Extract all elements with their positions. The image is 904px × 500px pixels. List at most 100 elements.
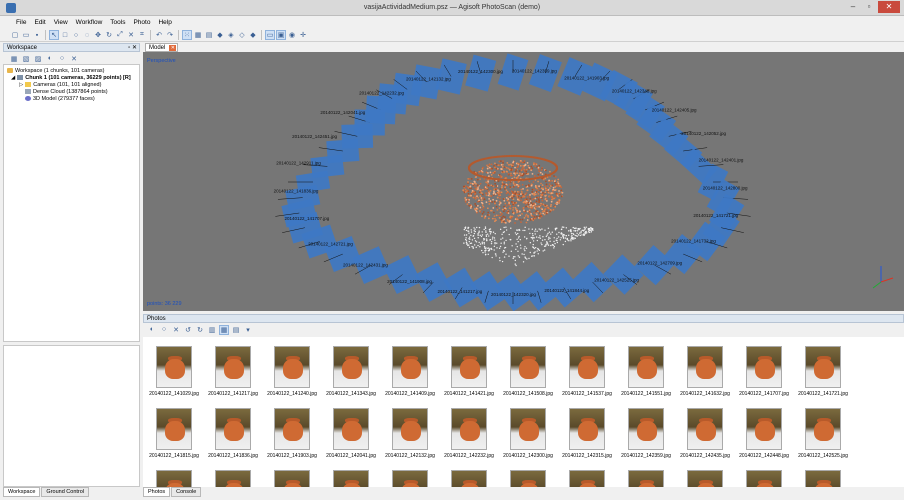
photo-thumbnail[interactable] [617, 465, 675, 487]
photo-thumbnail[interactable]: 20140122_141707.jpg [735, 341, 793, 399]
tab-console[interactable]: Console [171, 487, 202, 497]
dense-cloud-icon[interactable]: ▦ [193, 30, 203, 40]
photo-thumbnail[interactable]: 20140122_141421.jpg [440, 341, 498, 399]
photo-thumbnail[interactable] [381, 465, 439, 487]
tree-node-model[interactable]: 3D Model (279377 faces) [7, 95, 136, 102]
photo-thumbnail[interactable]: 20140122_141836.jpg [204, 403, 262, 461]
photo-thumbnail[interactable]: 20140122_142435.jpg [676, 403, 734, 461]
scene-canvas[interactable]: 20140122_141721.jpg 20140122_141732.jpg 20… [143, 52, 904, 311]
photo-thumbnail[interactable]: 20140122_141632.jpg [676, 341, 734, 399]
circle-select-icon[interactable]: ○ [71, 30, 81, 40]
maximize-button[interactable]: ▫ [862, 1, 876, 13]
show-region-icon[interactable]: ▣ [276, 30, 286, 40]
tree-node-chunk[interactable]: ◢ Chunk 1 (101 cameras, 36229 points) [R] [7, 74, 136, 81]
reset-view-icon[interactable]: ✛ [298, 30, 308, 40]
free-select-icon[interactable]: ◌ [82, 30, 92, 40]
photo-thumbnail[interactable] [735, 465, 793, 487]
photo-thumbnail[interactable]: 20140122_141343.jpg [322, 341, 380, 399]
minimize-button[interactable]: – [846, 1, 860, 13]
wireframe-icon[interactable]: ◇ [237, 30, 247, 40]
menu-photo[interactable]: Photo [129, 17, 154, 28]
tree-node-workspace[interactable]: Workspace (1 chunks, 101 cameras) [7, 67, 136, 74]
tree-node-dense-cloud[interactable]: Dense Cloud (1387864 points) [7, 88, 136, 95]
undo-icon[interactable]: ↶ [154, 30, 164, 40]
photo-thumbnail[interactable]: 20140122_141721.jpg [794, 341, 852, 399]
photo-thumbnail[interactable]: 20140122_142448.jpg [735, 403, 793, 461]
photo-thumbnail[interactable]: 20140122_142232.jpg [440, 403, 498, 461]
add-chunk-icon[interactable]: ▦ [9, 54, 19, 64]
model-viewport[interactable]: 20140122_141721.jpg 20140122_141732.jpg 20… [143, 52, 904, 311]
tab-workspace[interactable]: Workspace [3, 487, 41, 497]
menu-view[interactable]: View [50, 17, 72, 28]
rotate-left-icon[interactable]: ↺ [183, 325, 193, 335]
add-folder-icon[interactable]: ▨ [33, 54, 43, 64]
show-trackball-icon[interactable]: ◉ [287, 30, 297, 40]
dropdown-arrow-icon[interactable]: ▾ [243, 325, 253, 335]
photo-thumbnail[interactable]: 20140122_141815.jpg [145, 403, 203, 461]
photo-thumbnail[interactable] [440, 465, 498, 487]
delete-icon[interactable]: ✕ [126, 30, 136, 40]
photo-thumbnail[interactable]: 20140122_142315.jpg [558, 403, 616, 461]
close-tab-icon[interactable]: ✕ [169, 45, 177, 51]
add-photos-icon[interactable]: ▧ [21, 54, 31, 64]
photo-thumbnail[interactable] [794, 465, 852, 487]
menu-help[interactable]: Help [154, 17, 175, 28]
tab-ground-control[interactable]: Ground Control [41, 487, 90, 497]
tree-node-cameras[interactable]: ▷ Cameras (101, 101 aligned) [7, 81, 136, 88]
crop-icon[interactable]: ⌗ [137, 30, 147, 40]
show-cameras-icon[interactable]: ▭ [265, 30, 275, 40]
disable-icon[interactable]: ○ [159, 325, 169, 335]
photo-thumbnail[interactable]: 20140122_141551.jpg [617, 341, 675, 399]
photo-thumbnail[interactable]: 20140122_141409.jpg [381, 341, 439, 399]
photo-thumbnail[interactable] [263, 465, 321, 487]
shaded-icon[interactable]: ◆ [215, 30, 225, 40]
remove-icon[interactable]: ✕ [69, 54, 79, 64]
photo-thumbnail[interactable] [204, 465, 262, 487]
photo-thumbnail[interactable]: 20140122_141903.jpg [263, 403, 321, 461]
enable-icon[interactable]: ◐ [147, 325, 157, 335]
photo-thumbnail[interactable] [499, 465, 557, 487]
photo-thumbnail[interactable]: 20140122_142132.jpg [381, 403, 439, 461]
menu-workflow[interactable]: Workflow [72, 17, 107, 28]
resize-icon[interactable]: ⤢ [115, 30, 125, 40]
new-icon[interactable]: ▢ [10, 30, 20, 40]
photo-thumbnail[interactable]: 20140122_141508.jpg [499, 341, 557, 399]
tab-model[interactable]: Model ✕ [145, 43, 179, 52]
menu-tools[interactable]: Tools [106, 17, 129, 28]
textured-icon[interactable]: ◆ [248, 30, 258, 40]
rotate-icon[interactable]: ↻ [104, 30, 114, 40]
view-options-icon[interactable]: ▤ [231, 325, 241, 335]
photo-thumbnail[interactable]: 20140122_141029.jpg [145, 341, 203, 399]
photo-thumbnail[interactable]: 20140122_141537.jpg [558, 341, 616, 399]
photo-thumbnail[interactable]: 20140122_141240.jpg [263, 341, 321, 399]
enable-icon[interactable]: ◐ [45, 54, 55, 64]
redo-icon[interactable]: ↷ [165, 30, 175, 40]
tab-photos[interactable]: Photos [143, 487, 171, 497]
select-icon[interactable]: ↖ [49, 30, 59, 40]
menu-edit[interactable]: Edit [30, 17, 49, 28]
mesh-icon[interactable]: ▤ [204, 30, 214, 40]
menu-file[interactable]: File [12, 17, 30, 28]
close-button[interactable]: ✕ [878, 1, 900, 13]
reset-filter-icon[interactable]: ▥ [207, 325, 217, 335]
photo-thumbnail[interactable]: 20140122_142359.jpg [617, 403, 675, 461]
photo-thumbnail[interactable] [145, 465, 203, 487]
photo-thumbnail[interactable]: 20140122_141217.jpg [204, 341, 262, 399]
view-mode-icon[interactable]: ▦ [219, 324, 229, 335]
photo-thumbnail[interactable] [676, 465, 734, 487]
panel-float-close-buttons[interactable]: ▫ ✕ [128, 44, 137, 52]
photo-thumbnail[interactable] [558, 465, 616, 487]
disable-icon[interactable]: ○ [57, 54, 67, 64]
remove-icon[interactable]: ✕ [171, 325, 181, 335]
point-cloud-icon[interactable]: ⁙ [182, 30, 192, 40]
expand-arrow-icon[interactable]: ▷ [19, 82, 23, 88]
move-icon[interactable]: ✥ [93, 30, 103, 40]
rect-select-icon[interactable]: □ [60, 30, 70, 40]
photo-thumbnail[interactable]: 20140122_142525.jpg [794, 403, 852, 461]
photo-thumbnail[interactable]: 20140122_142041.jpg [322, 403, 380, 461]
photo-thumbnail[interactable]: 20140122_142300.jpg [499, 403, 557, 461]
rotate-right-icon[interactable]: ↻ [195, 325, 205, 335]
collapse-arrow-icon[interactable]: ◢ [11, 75, 15, 81]
save-icon[interactable]: ▪ [32, 30, 42, 40]
photo-thumbnail[interactable] [322, 465, 380, 487]
